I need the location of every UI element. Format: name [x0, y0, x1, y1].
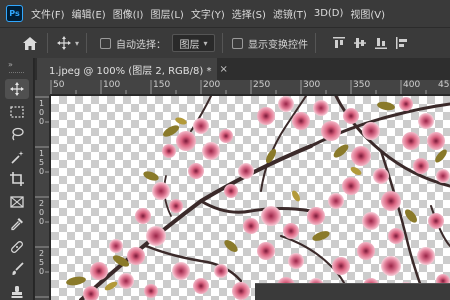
- dropdown-value: 图层: [179, 39, 200, 51]
- ruler-label: 1: [39, 99, 45, 108]
- photoshop-window: Ps 文件(F) 编辑(E) 图像(I) 图层(L) 文字(Y) 选择(S) 滤…: [0, 0, 450, 300]
- menu-bar: Ps 文件(F) 编辑(E) 图像(I) 图层(L) 文字(Y) 选择(S) 滤…: [0, 0, 450, 27]
- options-bar: ▾ 自动选择： 图层 ▾ 显示变换控件: [0, 27, 450, 58]
- menu-view[interactable]: 视图(V): [350, 6, 385, 21]
- ruler-label: 1: [39, 149, 45, 158]
- ruler-label: 300: [303, 80, 321, 90]
- chevron-down-icon: ▾: [75, 38, 80, 48]
- lasso-tool-button[interactable]: [0, 123, 34, 146]
- clone-stamp-tool-button[interactable]: [0, 281, 34, 300]
- document-tab[interactable]: 1.jpeg @ 100% (图层 2, RGB/8) * ×: [37, 58, 228, 80]
- options-separator: [222, 33, 224, 53]
- document-canvas[interactable]: [51, 96, 450, 300]
- floating-panel-edge: [255, 283, 450, 300]
- menu-type[interactable]: 文字(Y): [191, 6, 225, 21]
- auto-select-label: 自动选择：: [116, 39, 167, 51]
- align-bottom-icon[interactable]: [375, 37, 388, 49]
- menu-edit[interactable]: 编辑(E): [72, 6, 106, 21]
- ruler-label: 2: [39, 249, 45, 258]
- ruler-label: 50: [53, 80, 65, 90]
- crop-tool-button[interactable]: [0, 168, 34, 191]
- ruler-origin[interactable]: [35, 80, 50, 95]
- options-separator: [86, 33, 88, 53]
- ruler-label: 5: [39, 258, 45, 267]
- photoshop-logo-icon[interactable]: Ps: [6, 5, 23, 22]
- align-top-icon[interactable]: [333, 37, 346, 49]
- menu-3d[interactable]: 3D(D): [314, 8, 344, 19]
- show-transform-label: 显示变换控件: [248, 39, 309, 51]
- tool-preset-picker[interactable]: ▾: [57, 36, 79, 50]
- tools-panel: »: [0, 58, 34, 300]
- move-tool-button[interactable]: [0, 78, 34, 101]
- ruler-label: 450: [438, 80, 450, 90]
- collapse-panel-button[interactable]: »: [0, 58, 33, 72]
- bandage-icon: [11, 240, 23, 253]
- ruler-label: 0: [39, 208, 45, 217]
- ruler-label: 0: [39, 167, 45, 176]
- marquee-tool-button[interactable]: [0, 101, 34, 124]
- home-button[interactable]: [20, 33, 40, 53]
- menu-file[interactable]: 文件(F): [31, 6, 65, 21]
- eyedropper-tool-button[interactable]: [0, 213, 34, 236]
- chevron-down-icon: ▾: [203, 38, 208, 48]
- auto-select-checkbox[interactable]: [100, 37, 112, 49]
- ruler-label: 0: [39, 267, 45, 276]
- document-tab-title: 1.jpeg @ 100% (图层 2, RGB/8) *: [49, 65, 212, 77]
- ruler-label: 0: [39, 217, 45, 226]
- move-tool-icon: [10, 82, 24, 97]
- healing-brush-tool-button[interactable]: [0, 236, 34, 259]
- quick-select-tool-button[interactable]: [0, 146, 34, 169]
- magic-wand-icon: [11, 150, 24, 164]
- brush-icon: [12, 262, 24, 276]
- lasso-icon: [12, 128, 24, 141]
- ruler-label: 400: [403, 80, 421, 90]
- ruler-label: 5: [39, 158, 45, 167]
- ruler-label: 150: [153, 80, 171, 90]
- home-icon: [23, 36, 37, 50]
- ruler-label: 250: [253, 80, 271, 90]
- menu-layer[interactable]: 图层(L): [150, 6, 183, 21]
- ruler-label: 100: [103, 80, 121, 90]
- move-tool-icon: [57, 36, 71, 50]
- eyedropper-icon: [11, 218, 23, 231]
- ruler-label: 200: [203, 80, 221, 90]
- options-separator: [47, 33, 48, 53]
- ruler-label: 0: [39, 117, 45, 126]
- align-buttons: [333, 37, 408, 49]
- marquee-icon: [10, 106, 24, 118]
- options-separator: [315, 33, 317, 53]
- ruler-label: 2: [39, 199, 45, 208]
- brush-tool-button[interactable]: [0, 258, 34, 281]
- ruler-label: 350: [353, 80, 371, 90]
- menu-image[interactable]: 图像(I): [113, 6, 144, 21]
- frame-icon: [10, 196, 24, 208]
- align-left-icon[interactable]: [396, 37, 408, 49]
- vertical-ruler[interactable]: 1 0 0 1 5 0 2 0 0 2 5 0: [35, 95, 50, 300]
- cherry-blossom-layer: [66, 96, 450, 300]
- document-tabs: 1.jpeg @ 100% (图层 2, RGB/8) * ×: [35, 58, 450, 80]
- ruler-label: 0: [39, 108, 45, 117]
- close-icon[interactable]: ×: [219, 64, 227, 75]
- crop-icon: [10, 172, 24, 187]
- stamp-icon: [11, 285, 23, 298]
- horizontal-ruler[interactable]: 50 100 150 200 250 300 350 400 450: [50, 80, 450, 95]
- menu-select[interactable]: 选择(S): [232, 6, 266, 21]
- frame-tool-button[interactable]: [0, 191, 34, 214]
- menu-filter[interactable]: 滤镜(T): [273, 6, 307, 21]
- align-vertical-center-icon[interactable]: [354, 37, 367, 49]
- show-transform-checkbox[interactable]: [232, 37, 244, 49]
- auto-select-target-dropdown[interactable]: 图层 ▾: [172, 34, 216, 52]
